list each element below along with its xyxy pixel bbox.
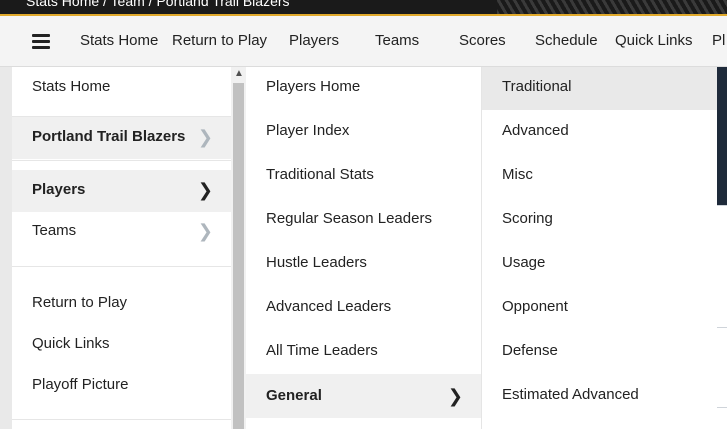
menu-item-misc[interactable]: Misc (482, 155, 717, 197)
nav-quick-links[interactable]: Quick Links (615, 32, 693, 49)
menu-item-advanced[interactable]: Advanced (482, 111, 717, 153)
menu-item-portland-trail-blazers[interactable]: Portland Trail Blazers ❯ (12, 117, 231, 159)
menu-item-players[interactable]: Players ❯ (12, 170, 231, 212)
menu-item-playoff-picture[interactable]: Playoff Picture (12, 365, 231, 407)
menu-item-usage[interactable]: Usage (482, 243, 717, 285)
menu-scrollbar[interactable]: ▲ (231, 67, 246, 429)
menu-item-all-time-leaders[interactable]: All Time Leaders (246, 331, 481, 373)
menu-item-teams[interactable]: Teams ❯ (12, 211, 231, 253)
menu-item-player-index[interactable]: Player Index (246, 111, 481, 153)
page-backdrop-left (0, 67, 12, 429)
chevron-right-icon: ❯ (197, 221, 213, 241)
menu-item-stats-home[interactable]: Stats Home (12, 67, 231, 109)
menu-item-players-home[interactable]: Players Home (246, 67, 481, 109)
nav-playoffs-truncated[interactable]: Pl (712, 32, 725, 49)
menu-item-regular-season-leaders[interactable]: Regular Season Leaders (246, 199, 481, 241)
chevron-right-icon: ❯ (197, 180, 213, 200)
menu-column-general: Traditional Advanced Misc Scoring Usage … (482, 67, 717, 429)
menu-item-quick-links[interactable]: Quick Links (12, 324, 231, 366)
nav-schedule[interactable]: Schedule (535, 32, 598, 49)
divider (12, 160, 231, 161)
nav-players[interactable]: Players (289, 32, 339, 49)
divider (12, 266, 231, 267)
menu-item-return-to-play[interactable]: Return to Play (12, 283, 231, 325)
hamburger-menu-icon[interactable] (32, 34, 50, 49)
menu-item-general[interactable]: General ❯ (246, 374, 481, 418)
scroll-up-arrow-icon[interactable]: ▲ (234, 69, 244, 79)
top-banner: Stats Home / Team / Portland Trail Blaze… (0, 0, 727, 15)
nav-stats-home[interactable]: Stats Home (80, 32, 158, 49)
scrollbar-thumb[interactable] (233, 83, 244, 429)
page-backdrop-right (717, 67, 727, 429)
menu-column-main: Stats Home Portland Trail Blazers ❯ Play… (12, 67, 231, 429)
menu-item-hustle-leaders[interactable]: Hustle Leaders (246, 243, 481, 285)
chevron-right-icon: ❯ (447, 386, 463, 406)
menu-item-traditional-stats[interactable]: Traditional Stats (246, 155, 481, 197)
menu-item-estimated-advanced[interactable]: Estimated Advanced (482, 375, 717, 417)
menu-item-opponent[interactable]: Opponent (482, 287, 717, 329)
main-nav-bar: Stats Home Return to Play Players Teams … (0, 16, 727, 67)
nav-teams[interactable]: Teams (375, 32, 419, 49)
menu-column-players: Players Home Player Index Traditional St… (246, 67, 482, 429)
chevron-right-icon: ❯ (197, 127, 213, 147)
menu-item-traditional[interactable]: Traditional (482, 67, 717, 110)
menu-item-scoring[interactable]: Scoring (482, 199, 717, 241)
banner-image (497, 0, 727, 15)
nav-scores[interactable]: Scores (459, 32, 506, 49)
menu-item-advanced-leaders[interactable]: Advanced Leaders (246, 287, 481, 329)
nav-return-to-play[interactable]: Return to Play (172, 32, 267, 49)
divider (12, 419, 231, 420)
menu-item-defense[interactable]: Defense (482, 331, 717, 373)
breadcrumb: Stats Home / Team / Portland Trail Blaze… (26, 0, 290, 9)
